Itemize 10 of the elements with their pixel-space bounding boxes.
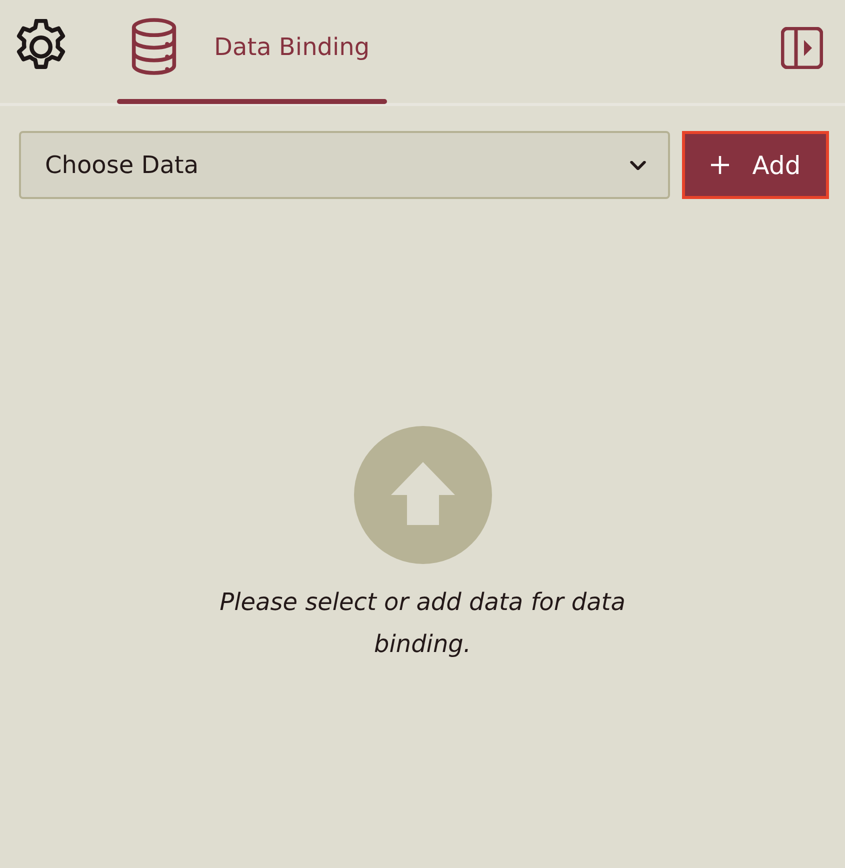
panel-toggle-button[interactable] — [781, 27, 823, 69]
upload-icon — [354, 426, 492, 564]
chevron-down-icon — [630, 160, 646, 170]
data-binding-tab[interactable]: Data Binding — [117, 0, 387, 103]
data-select[interactable]: Choose Data — [19, 131, 670, 199]
panel-toggle-icon — [781, 27, 823, 69]
add-button[interactable]: Add — [682, 131, 829, 199]
database-icon — [129, 18, 179, 75]
empty-message: Please select or add data for data binding. — [218, 587, 626, 660]
plus-icon — [710, 155, 730, 175]
